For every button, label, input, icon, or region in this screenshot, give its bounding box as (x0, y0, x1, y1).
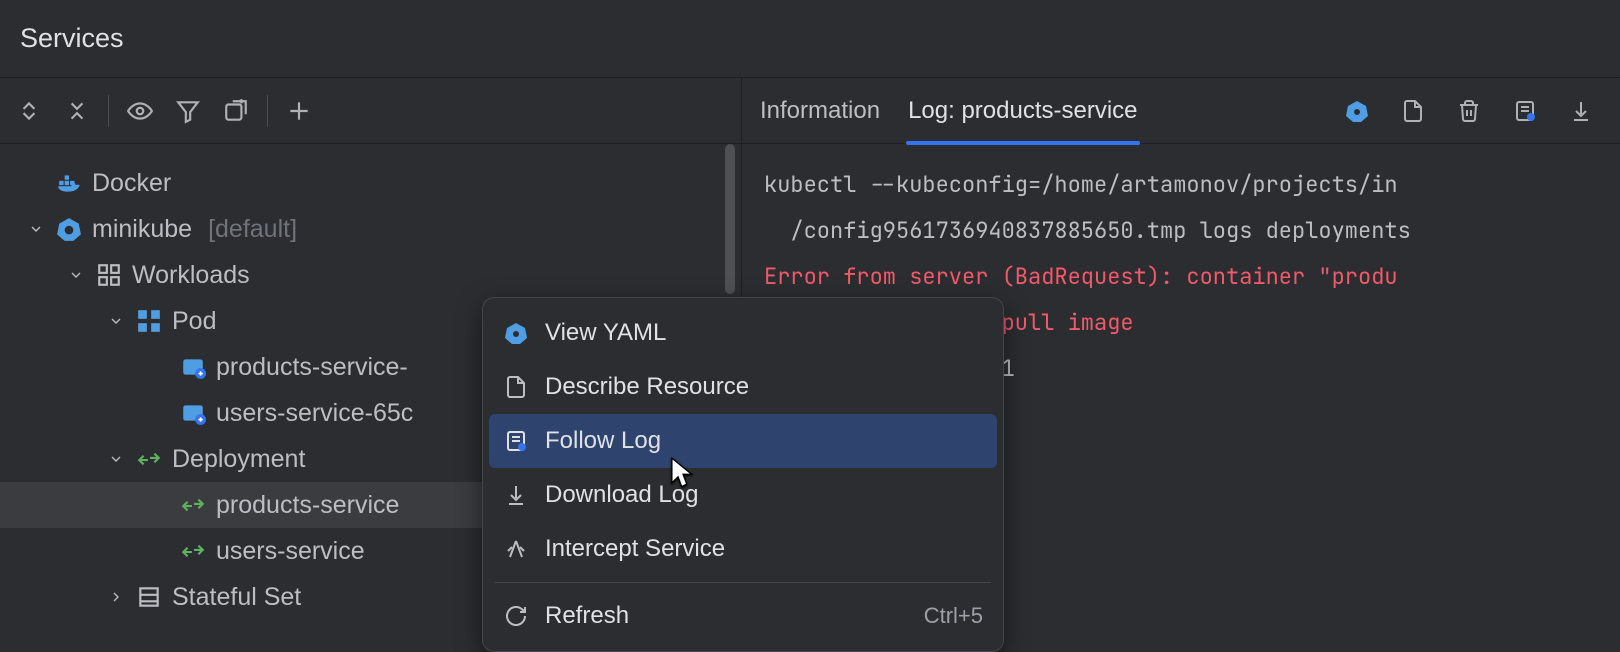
tree-item-minikube[interactable]: minikube [default] (0, 206, 741, 252)
add-icon[interactable] (278, 90, 320, 132)
menu-intercept-service[interactable]: Intercept Service (489, 522, 997, 576)
chevron-down-icon[interactable] (106, 311, 126, 331)
kubernetes-icon (503, 320, 529, 346)
tree-item-label: products-service (216, 491, 399, 520)
menu-item-label: Refresh (545, 602, 629, 630)
menu-view-yaml[interactable]: View YAML (489, 306, 997, 360)
trash-icon[interactable] (1448, 90, 1490, 132)
download-icon (503, 482, 529, 508)
menu-separator (495, 582, 991, 583)
scroll-to-end-icon[interactable] (1504, 90, 1546, 132)
log-line: /config9561736940837885650.tmp logs depl… (764, 208, 1598, 254)
menu-describe-resource[interactable]: Describe Resource (489, 360, 997, 414)
chevron-down-icon[interactable] (66, 265, 86, 285)
right-toolbar: Information Log: products-service (742, 78, 1620, 144)
panel-title: Services (20, 23, 124, 54)
tree-item-label: products-service- (216, 353, 408, 382)
follow-log-icon (503, 428, 529, 454)
tab-label: Information (760, 97, 880, 125)
workloads-icon (96, 262, 122, 288)
menu-item-label: View YAML (545, 319, 666, 347)
left-toolbar (0, 78, 741, 144)
menu-shortcut: Ctrl+5 (924, 603, 983, 629)
menu-refresh[interactable]: Refresh Ctrl+5 (489, 589, 997, 643)
collapse-all-icon[interactable] (56, 90, 98, 132)
chevron-right-icon[interactable] (106, 587, 126, 607)
tree-item-label: Pod (172, 307, 216, 336)
menu-item-label: Download Log (545, 481, 698, 509)
right-tool-buttons (1336, 90, 1602, 132)
toolbar-separator (267, 95, 268, 127)
tree-item-label: Stateful Set (172, 583, 301, 612)
tree-item-label: users-service-65c (216, 399, 413, 428)
document-icon (503, 374, 529, 400)
title-bar: Services (0, 0, 1620, 78)
deployment-group-icon (136, 446, 162, 472)
docker-icon (56, 170, 82, 196)
statefulset-icon (136, 584, 162, 610)
deployment-icon (180, 492, 206, 518)
menu-item-label: Intercept Service (545, 535, 725, 563)
intercept-icon (503, 536, 529, 562)
tree-item-label: Docker (92, 169, 171, 198)
tree-item-label: minikube (92, 215, 192, 244)
pod-icon (180, 400, 206, 426)
tab-information[interactable]: Information (760, 78, 880, 144)
new-window-icon[interactable] (215, 90, 257, 132)
menu-item-label: Follow Log (545, 427, 661, 455)
tree-item-label: Workloads (132, 261, 250, 290)
scrollbar[interactable] (725, 144, 735, 294)
log-line: kubectl --kubeconfig=/home/artamonov/pro… (764, 162, 1598, 208)
tab-label: Log: products-service (908, 97, 1137, 125)
tree-item-docker[interactable]: Docker (0, 160, 741, 206)
show-icon[interactable] (119, 90, 161, 132)
pod-group-icon (136, 308, 162, 334)
menu-download-log[interactable]: Download Log (489, 468, 997, 522)
tree-item-sublabel: [default] (208, 215, 297, 244)
tree-item-workloads[interactable]: Workloads (0, 252, 741, 298)
spacer (26, 173, 46, 193)
refresh-icon (503, 603, 529, 629)
tab-log[interactable]: Log: products-service (908, 78, 1137, 144)
filter-icon[interactable] (167, 90, 209, 132)
pod-icon (180, 354, 206, 380)
menu-item-label: Describe Resource (545, 373, 749, 401)
expand-all-icon[interactable] (8, 90, 50, 132)
deployment-icon (180, 538, 206, 564)
kubernetes-icon (56, 216, 82, 242)
kubernetes-settings-icon[interactable] (1336, 90, 1378, 132)
toolbar-separator (108, 95, 109, 127)
menu-follow-log[interactable]: Follow Log (489, 414, 997, 468)
context-menu: View YAML Describe Resource Follow Log D… (482, 297, 1004, 652)
document-icon[interactable] (1392, 90, 1434, 132)
tree-item-label: Deployment (172, 445, 305, 474)
chevron-down-icon[interactable] (26, 219, 46, 239)
tree-item-label: users-service (216, 537, 365, 566)
download-icon[interactable] (1560, 90, 1602, 132)
log-line: Error from server (BadRequest): containe… (764, 254, 1598, 300)
chevron-down-icon[interactable] (106, 449, 126, 469)
